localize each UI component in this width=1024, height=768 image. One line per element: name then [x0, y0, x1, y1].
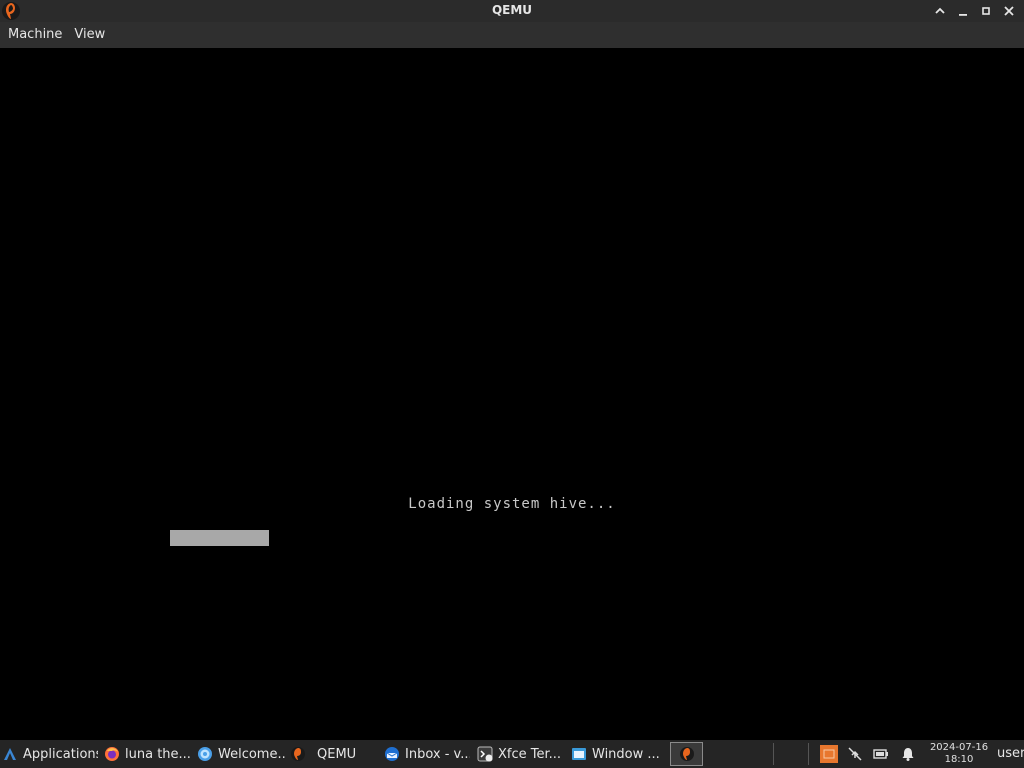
user-menu[interactable]: user — [997, 746, 1024, 761]
window-titlebar[interactable]: QEMU — [0, 0, 1024, 22]
clock[interactable]: 2024-07-16 18:10 — [926, 742, 992, 766]
taskbar: Applications ⋮ luna the... Welcome... QE… — [0, 740, 1024, 768]
notification-bell-icon[interactable] — [900, 746, 916, 762]
clock-time: 18:10 — [944, 754, 974, 765]
window-title: QEMU — [491, 3, 533, 17]
window-manager-icon — [572, 748, 586, 760]
task-button-firefox[interactable]: luna the... — [104, 741, 192, 767]
boot-message: Loading system hive... — [408, 496, 616, 512]
tray-separator — [808, 743, 809, 765]
terminal-icon — [477, 746, 493, 762]
guest-display[interactable]: Loading system hive... — [0, 48, 1024, 740]
task-label: Inbox - v... — [405, 746, 470, 762]
task-button-welcome[interactable]: Welcome... — [197, 741, 287, 767]
applications-label: Applications — [23, 746, 98, 762]
browser-globe-icon — [198, 747, 212, 761]
thunderbird-icon — [385, 747, 399, 761]
close-button[interactable] — [997, 0, 1020, 22]
task-button-terminal[interactable]: Xfce Ter... — [477, 741, 567, 767]
clock-date: 2024-07-16 — [929, 742, 989, 753]
task-label: Welcome... — [218, 746, 287, 762]
menu-bar: Machine View — [0, 22, 1024, 48]
minimize-icon — [958, 14, 967, 16]
maximize-icon — [981, 7, 990, 15]
task-label: QEMU — [317, 746, 357, 762]
update-notifier-icon[interactable] — [820, 745, 838, 763]
minimize-button[interactable] — [951, 0, 974, 22]
close-icon — [1003, 6, 1014, 16]
boot-progress-bar — [170, 530, 854, 546]
applications-menu-button[interactable]: Applications ⋮ — [2, 741, 98, 767]
menu-machine[interactable]: Machine — [2, 22, 68, 48]
shade-button[interactable] — [928, 0, 951, 22]
qemu-icon — [679, 747, 694, 761]
tray-separator — [773, 743, 774, 765]
xfce-logo-icon — [4, 748, 16, 760]
task-button-qemu[interactable]: QEMU — [290, 741, 376, 767]
qemu-icon — [291, 747, 305, 761]
task-button-window-manager[interactable]: Window ... — [571, 741, 661, 767]
maximize-button[interactable] — [974, 0, 997, 22]
battery-icon[interactable] — [873, 746, 889, 762]
boot-progress-fill — [170, 530, 270, 546]
menu-view[interactable]: View — [68, 22, 111, 48]
network-disconnected-icon[interactable] — [847, 746, 863, 762]
task-label: luna the... — [125, 746, 191, 762]
task-label: Xfce Ter... — [498, 746, 562, 762]
task-label: Window ... — [592, 746, 660, 762]
firefox-icon — [105, 747, 119, 761]
task-button-qemu-active[interactable] — [670, 742, 703, 766]
chevron-up-icon — [934, 7, 945, 14]
task-button-inbox[interactable]: Inbox - v... — [384, 741, 470, 767]
